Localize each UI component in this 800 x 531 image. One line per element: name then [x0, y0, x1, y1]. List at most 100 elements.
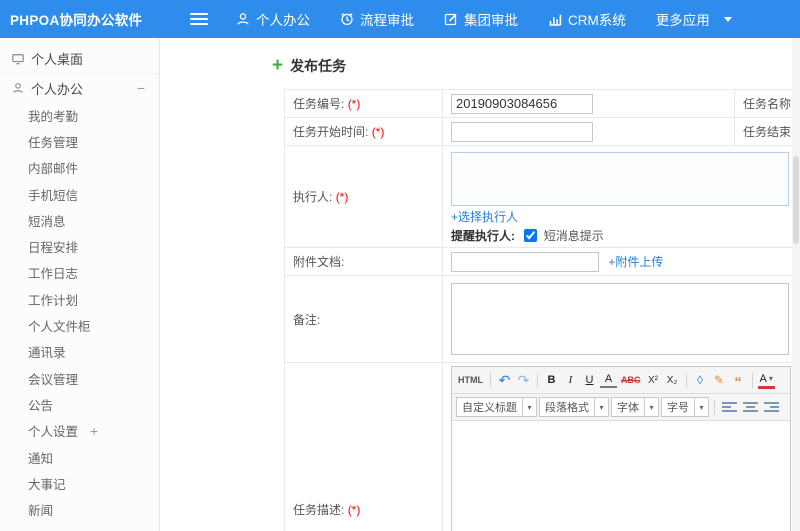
sidebar-item-work-log[interactable]: 工作日志	[0, 260, 159, 286]
sidebar-item-my-attendance[interactable]: 我的考勤	[0, 102, 159, 128]
table-row-executor: 执行人: (*) +选择执行人 提醒执行人: 短消息提示	[284, 145, 800, 248]
editor-subscript-button[interactable]: X₂	[664, 370, 681, 390]
separator	[537, 372, 538, 388]
caret-down-icon: ▾	[522, 398, 536, 416]
menu-toggle-icon[interactable]	[190, 10, 208, 28]
editor-underline-button[interactable]: U	[581, 370, 598, 390]
editor-source-button[interactable]: HTML	[456, 370, 485, 390]
separator	[685, 372, 687, 388]
sidebar-item-short-message[interactable]: 短消息	[0, 207, 159, 233]
editor-format-brush-button[interactable]: ✎	[711, 370, 728, 390]
editor-size-dropdown[interactable]: 字号 ▾	[661, 397, 709, 417]
sidebar-item-major-events[interactable]: 大事记	[0, 470, 159, 496]
table-row-description: 任务描述: (*) HTML ↶ ↷ B I U A ABC X² X₂ ◊ ✎…	[284, 362, 800, 531]
top-header: PHPOA协同办公软件 个人办公 流程审批 集团审批 CRM系统 更多应用	[0, 0, 800, 38]
required-mark: (*)	[371, 125, 385, 139]
sidebar: 个人桌面 个人办公 − 我的考勤 任务管理 内部邮件 手机短信 短消息 日程安排…	[0, 38, 160, 531]
separator	[490, 372, 491, 388]
choose-executor-link[interactable]: +选择执行人	[451, 210, 518, 224]
sidebar-item-work-plan[interactable]: 工作计划	[0, 286, 159, 312]
table-row-remark: 备注:	[284, 275, 800, 363]
table-row-task-number: 任务编号: (*) 任务名称: (*)	[284, 89, 800, 118]
editor-paragraph-dropdown[interactable]: 段落格式 ▾	[539, 397, 609, 417]
editor-strikethrough-button[interactable]: ABC	[619, 370, 643, 390]
sidebar-item-mobile-sms[interactable]: 手机短信	[0, 181, 159, 207]
nav-personal-office[interactable]: 个人办公	[236, 9, 310, 29]
top-navigation: 个人办公 流程审批 集团审批 CRM系统 更多应用	[236, 9, 732, 29]
sidebar-item-notice[interactable]: 通知	[0, 444, 159, 470]
sidebar-item-label: 工作日志	[28, 267, 79, 282]
main-content: + 发布任务 任务编号: (*) 任务名称: (*)	[160, 38, 800, 531]
editor-bold-button[interactable]: B	[543, 370, 560, 390]
sidebar-item-task-management[interactable]: 任务管理	[0, 128, 159, 154]
app-window: PHPOA协同办公软件 个人办公 流程审批 集团审批 CRM系统 更多应用 个人…	[0, 0, 800, 531]
editor-redo-button[interactable]: ↷	[515, 370, 532, 390]
sidebar-item-label: 通讯录	[28, 346, 66, 361]
nav-process-approval[interactable]: 流程审批	[340, 9, 414, 29]
attachment-upload-link[interactable]: +附件上传	[608, 255, 663, 269]
editor-heading-dropdown[interactable]: 自定义标题 ▾	[456, 397, 537, 417]
sidebar-item-label: 公告	[28, 398, 54, 413]
caret-down-icon: ▾	[644, 398, 658, 416]
editor-font-attr-button[interactable]: A	[600, 372, 617, 388]
sidebar-item-announcement[interactable]: 公告	[0, 391, 159, 417]
align-center-button[interactable]	[741, 398, 760, 416]
sidebar-item-personal-desktop[interactable]: 个人桌面	[0, 44, 159, 74]
nav-group-approval[interactable]: 集团审批	[444, 9, 518, 29]
sidebar-item-personal-office[interactable]: 个人办公 −	[0, 74, 159, 102]
user-icon	[236, 12, 250, 26]
attachment-label: 附件文档:	[284, 247, 443, 276]
caret-down-icon: ▾	[594, 398, 608, 416]
required-mark: (*)	[347, 97, 361, 111]
executor-selection-box[interactable]	[451, 152, 789, 206]
task-name-label: 任务名称: (*)	[734, 89, 800, 118]
sidebar-item-contacts[interactable]: 通讯录	[0, 339, 159, 365]
editor-font-color-button[interactable]: A ▾	[757, 372, 775, 389]
editor-font-dropdown[interactable]: 字体 ▾	[611, 397, 659, 417]
sidebar-item-label: 大事记	[28, 477, 66, 492]
separator	[751, 372, 753, 388]
editor-blockquote-button[interactable]: “	[730, 370, 747, 390]
nav-more-apps[interactable]: 更多应用	[656, 9, 732, 29]
remark-textarea[interactable]	[451, 283, 789, 355]
sidebar-item-label: 我的考勤	[28, 109, 79, 124]
desktop-icon	[12, 53, 24, 65]
page-title: 发布任务	[290, 58, 347, 74]
sidebar-item-label: 通知	[28, 451, 54, 466]
sms-notice-checkbox[interactable]	[524, 229, 538, 242]
sidebar-item-personal-settings[interactable]: 个人设置 +	[0, 418, 159, 444]
group-approval-icon	[444, 12, 458, 26]
sidebar-item-label: 手机短信	[28, 188, 79, 203]
editor-remove-format-button[interactable]: ◊	[692, 370, 709, 390]
editor-italic-button[interactable]: I	[562, 370, 579, 390]
editor-content-area[interactable]	[452, 421, 790, 531]
process-approval-icon	[340, 12, 354, 26]
remind-executor-label: 提醒执行人:	[451, 229, 515, 243]
start-time-input[interactable]	[451, 121, 593, 142]
expand-icon[interactable]: +	[90, 424, 98, 438]
sidebar-item-label: 个人设置	[28, 425, 79, 440]
editor-undo-button[interactable]: ↶	[496, 370, 513, 390]
scrollbar-thumb[interactable]	[793, 156, 799, 244]
align-right-button[interactable]	[762, 398, 781, 416]
vertical-scrollbar[interactable]	[792, 38, 800, 531]
remark-label: 备注:	[284, 275, 443, 363]
sidebar-item-internal-mail[interactable]: 内部邮件	[0, 155, 159, 181]
sidebar-item-label: 新闻	[28, 504, 54, 519]
task-number-input[interactable]	[451, 93, 593, 114]
sidebar-item-label: 短消息	[28, 214, 66, 229]
editor-superscript-button[interactable]: X²	[645, 370, 662, 390]
sidebar-item-label: 工作计划	[28, 293, 79, 308]
sidebar-item-personal-file-cabinet[interactable]: 个人文件柜	[0, 312, 159, 338]
sidebar-item-news[interactable]: 新闻	[0, 496, 159, 522]
align-left-button[interactable]	[720, 398, 739, 416]
executor-label: 执行人: (*)	[284, 145, 443, 248]
attachment-input[interactable]	[451, 251, 599, 272]
sidebar-item-schedule[interactable]: 日程安排	[0, 233, 159, 259]
sms-notice-label: 短消息提示	[543, 229, 604, 243]
sidebar-item-meeting-management[interactable]: 会议管理	[0, 365, 159, 391]
nav-crm-system[interactable]: CRM系统	[548, 9, 626, 29]
collapse-icon[interactable]: −	[137, 81, 145, 95]
nav-item-label: CRM系统	[568, 13, 626, 28]
nav-item-label: 更多应用	[655, 13, 710, 28]
